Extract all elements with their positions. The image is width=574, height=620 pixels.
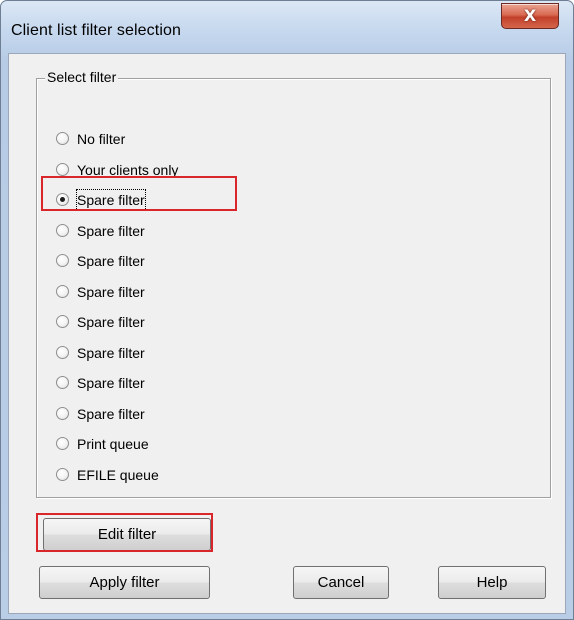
cancel-button[interactable]: Cancel: [293, 566, 389, 599]
dialog-client-area: Select filter No filter Your clients onl…: [8, 53, 566, 614]
radio-button-icon[interactable]: [56, 285, 69, 298]
radio-label: Spare filter: [77, 345, 145, 361]
highlight-annotation-box: [41, 176, 237, 211]
radio-button-icon[interactable]: [56, 224, 69, 237]
help-button[interactable]: Help: [438, 566, 546, 599]
radio-label: EFILE queue: [77, 467, 159, 483]
radio-button-icon[interactable]: [56, 254, 69, 267]
close-icon: X: [523, 6, 537, 25]
radio-button-icon[interactable]: [56, 376, 69, 389]
radio-label: Spare filter: [77, 375, 145, 391]
radio-button-icon[interactable]: [56, 163, 69, 176]
radio-label: Spare filter: [77, 284, 145, 300]
radio-label: Spare filter: [77, 406, 145, 422]
groupbox-label: Select filter: [45, 69, 119, 85]
radio-button-icon[interactable]: [56, 407, 69, 420]
select-filter-groupbox: Select filter No filter Your clients onl…: [36, 69, 551, 498]
radio-button-icon[interactable]: [56, 468, 69, 481]
dialog-window: Client list filter selection X Select fi…: [0, 0, 574, 620]
radio-label: Spare filter: [77, 253, 145, 269]
radio-label: Print queue: [77, 436, 149, 452]
title-bar[interactable]: Client list filter selection X: [1, 1, 573, 53]
highlight-annotation-box: [36, 513, 213, 552]
apply-filter-button[interactable]: Apply filter: [39, 566, 210, 599]
close-button[interactable]: X: [501, 3, 559, 29]
radio-label: No filter: [77, 131, 126, 147]
window-title: Client list filter selection: [11, 22, 181, 39]
radio-button-icon[interactable]: [56, 437, 69, 450]
radio-button-icon[interactable]: [56, 315, 69, 328]
radio-label: Spare filter: [77, 314, 145, 330]
radio-button-icon[interactable]: [56, 346, 69, 359]
radio-button-icon[interactable]: [56, 132, 69, 145]
radio-label: Spare filter: [77, 223, 145, 239]
